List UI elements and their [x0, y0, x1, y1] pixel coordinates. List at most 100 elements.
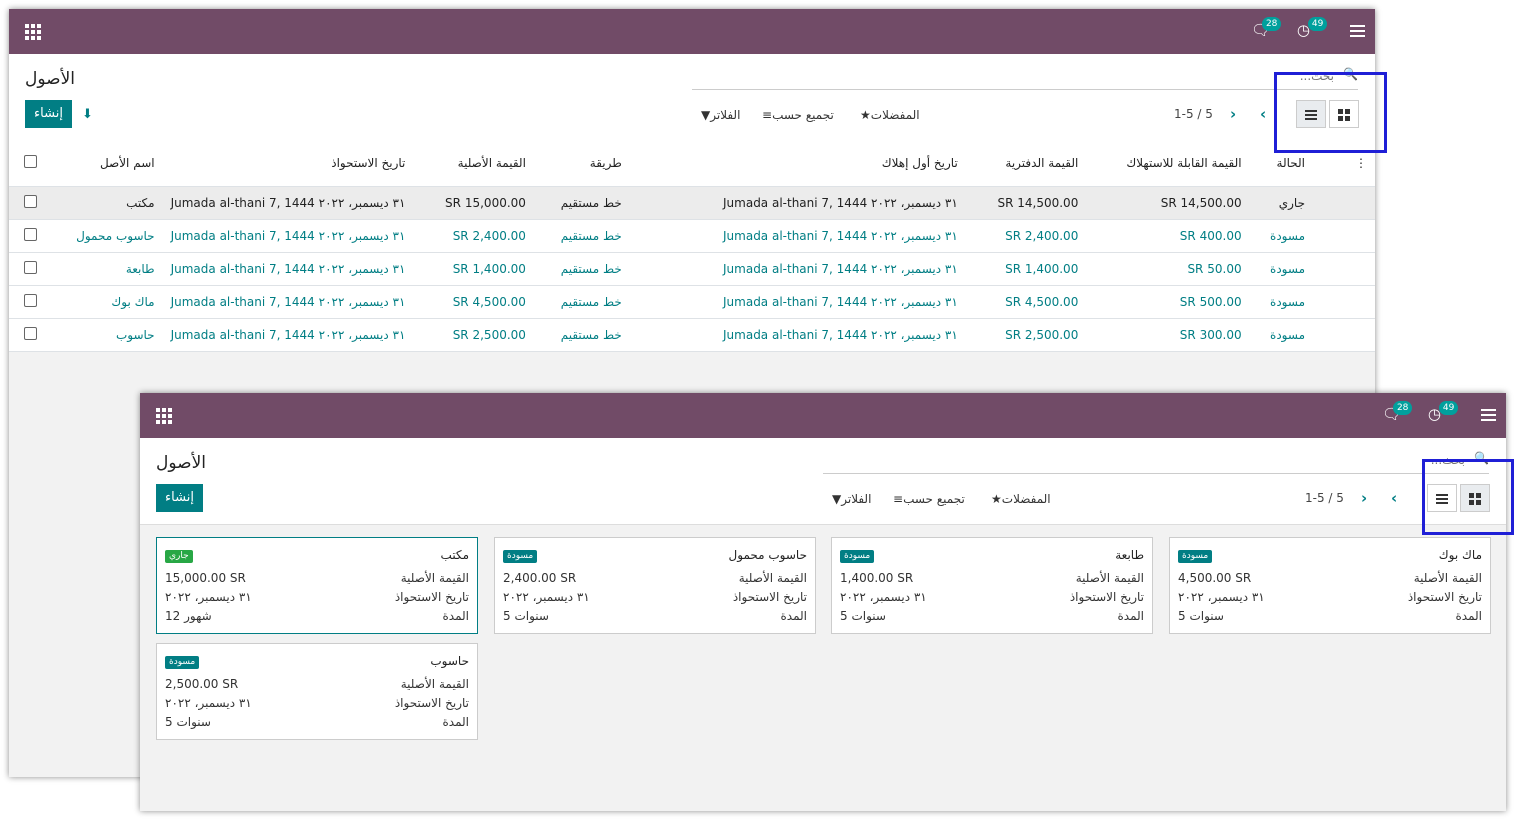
cell-method: خط مستقيم	[533, 318, 630, 352]
kanban-card[interactable]: طابعة مسودة القيمة الأصلية 1,400.00 SR ت…	[831, 537, 1153, 634]
pager-prev-icon[interactable]: ‹	[1260, 105, 1266, 123]
header-book-value[interactable]: القيمة الدفترية	[965, 140, 1087, 187]
cell-depreciable: 300.00 SR	[1086, 318, 1250, 352]
cell-original-value: 15,000.00 SR	[413, 186, 534, 220]
assets-table: ⋮ الحالة القيمة القابلة للاستهلاك القيمة…	[9, 140, 1375, 352]
search-bar: 🔍	[823, 448, 1489, 474]
kanban-card[interactable]: حاسوب محمول مسودة القيمة الأصلية 2,400.0…	[494, 537, 816, 634]
view-switcher-highlight	[1274, 72, 1387, 153]
cell-acquisition-date: ٣١ ديسمبر، ٢٠٢٢ Jumada al-thani 7, 1444	[162, 318, 414, 352]
top-navbar: 🗨 28 ◷ 49	[140, 393, 1506, 438]
filters-button[interactable]: الفلاتر▼	[832, 492, 871, 506]
group-icon: ≡	[762, 108, 773, 122]
control-panel: الأصول إنشاء 🔍 الفلاتر▼ تجميع حسب≡ المفض…	[140, 438, 1506, 525]
card-duration: 12 شهور	[165, 609, 212, 623]
card-duration: 5 سنوات	[840, 609, 886, 623]
table-row[interactable]: جاري 14,500.00 SR 14,500.00 SR ٣١ ديسمبر…	[9, 186, 1375, 220]
status-badge: مسودة	[503, 550, 538, 563]
create-button[interactable]: إنشاء	[156, 484, 203, 512]
activity-clock-icon[interactable]: ◷ 49	[1297, 17, 1328, 39]
cell-method: خط مستقيم	[533, 285, 630, 319]
row-checkbox[interactable]	[24, 228, 37, 241]
search-input[interactable]	[823, 448, 1467, 472]
cell-depreciable: 500.00 SR	[1086, 285, 1250, 319]
menu-hamburger-icon[interactable]	[1350, 25, 1365, 40]
header-asset-name[interactable]: اسم الأصل	[45, 140, 163, 187]
header-acquisition-date[interactable]: تاريخ الاستحواذ	[162, 140, 414, 187]
cell-first-depreciation: ٣١ ديسمبر، ٢٠٢٢ Jumada al-thani 7, 1444	[629, 186, 966, 220]
card-duration: 5 سنوات	[165, 715, 211, 729]
favorites-button[interactable]: المفضلات★	[860, 108, 920, 122]
cell-asset-name: ماك بوك	[45, 285, 163, 319]
header-depreciable[interactable]: القيمة القابلة للاستهلاك	[1086, 140, 1250, 187]
card-duration: 5 سنوات	[503, 609, 549, 623]
card-acquisition-date: ٣١ ديسمبر، ٢٠٢٢	[1178, 590, 1265, 604]
activity-clock-icon[interactable]: ◷ 49	[1428, 401, 1459, 423]
card-name: طابعة	[1115, 548, 1144, 562]
cell-book-value: 2,400.00 SR	[965, 219, 1087, 253]
menu-hamburger-icon[interactable]	[1481, 409, 1496, 424]
card-name: حاسوب	[430, 654, 469, 668]
card-original-value: 4,500.00 SR	[1178, 571, 1252, 585]
pager-prev-icon[interactable]: ‹	[1391, 489, 1397, 507]
apps-grid-icon[interactable]	[25, 24, 41, 40]
search-input[interactable]	[692, 64, 1336, 88]
card-acquisition-date: ٣١ ديسمبر، ٢٠٢٢	[165, 590, 252, 604]
star-icon: ★	[860, 108, 871, 122]
download-icon[interactable]: ⬇	[82, 107, 93, 122]
card-original-value: 2,400.00 SR	[503, 571, 577, 585]
table-row[interactable]: مسودة 300.00 SR 2,500.00 SR ٣١ ديسمبر، ٢…	[9, 318, 1375, 352]
header-method[interactable]: طريقة	[533, 140, 630, 187]
table-row[interactable]: مسودة 500.00 SR 4,500.00 SR ٣١ ديسمبر، ٢…	[9, 285, 1375, 319]
chat-count-badge: 28	[1261, 17, 1282, 31]
filter-icon: ▼	[701, 108, 711, 122]
card-acquisition-date: ٣١ ديسمبر، ٢٠٢٢	[165, 696, 252, 710]
status-badge: مسودة	[165, 656, 200, 669]
card-name: حاسوب محمول	[728, 548, 807, 562]
kanban-card[interactable]: مكتب جاري القيمة الأصلية 15,000.00 SR تا…	[156, 537, 478, 634]
cell-first-depreciation: ٣١ ديسمبر، ٢٠٢٢ Jumada al-thani 7, 1444	[629, 318, 966, 352]
row-checkbox[interactable]	[24, 327, 37, 340]
row-checkbox[interactable]	[24, 294, 37, 307]
cell-state: مسودة	[1249, 219, 1313, 253]
header-original-value[interactable]: القيمة الأصلية	[413, 140, 534, 187]
chat-icon[interactable]: 🗨 28	[1251, 17, 1282, 39]
cell-book-value: 4,500.00 SR	[965, 285, 1087, 319]
cell-acquisition-date: ٣١ ديسمبر، ٢٠٢٢ Jumada al-thani 7, 1444	[162, 252, 414, 286]
kanban-card[interactable]: ماك بوك مسودة القيمة الأصلية 4,500.00 SR…	[1169, 537, 1491, 634]
cell-original-value: 2,400.00 SR	[413, 219, 534, 253]
chat-icon[interactable]: 🗨 28	[1382, 401, 1413, 423]
cell-method: خط مستقيم	[533, 186, 630, 220]
cell-book-value: 14,500.00 SR	[965, 186, 1087, 220]
cell-acquisition-date: ٣١ ديسمبر، ٢٠٢٢ Jumada al-thani 7, 1444	[162, 285, 414, 319]
row-checkbox[interactable]	[24, 261, 37, 274]
card-original-value: 1,400.00 SR	[840, 571, 914, 585]
cell-depreciable: 14,500.00 SR	[1086, 186, 1250, 220]
header-first-depreciation[interactable]: تاريخ أول إهلاك	[629, 140, 966, 187]
row-checkbox[interactable]	[24, 195, 37, 208]
cell-asset-name: مكتب	[45, 186, 163, 220]
apps-grid-icon[interactable]	[156, 408, 172, 424]
pager-next-icon[interactable]: ›	[1361, 489, 1367, 507]
status-badge: جاري	[165, 550, 193, 563]
card-name: مكتب	[440, 548, 469, 562]
cell-depreciable: 50.00 SR	[1086, 252, 1250, 286]
select-all-checkbox[interactable]	[24, 155, 37, 168]
group-by-button[interactable]: تجميع حسب≡	[893, 492, 965, 506]
table-row[interactable]: مسودة 50.00 SR 1,400.00 SR ٣١ ديسمبر، ٢٠…	[9, 252, 1375, 286]
filter-icon: ▼	[832, 492, 842, 506]
cell-original-value: 1,400.00 SR	[413, 252, 534, 286]
favorites-button[interactable]: المفضلات★	[991, 492, 1051, 506]
pager-next-icon[interactable]: ›	[1230, 105, 1236, 123]
filters-button[interactable]: الفلاتر▼	[701, 108, 740, 122]
control-panel: الأصول إنشاء ⬇ 🔍 الفلاتر▼ تجميع حسب≡ الم…	[9, 54, 1375, 141]
create-button[interactable]: إنشاء	[25, 100, 72, 128]
pager-value[interactable]: 1-5 / 5	[1174, 107, 1213, 121]
table-row[interactable]: مسودة 400.00 SR 2,400.00 SR ٣١ ديسمبر، ٢…	[9, 219, 1375, 253]
cell-original-value: 4,500.00 SR	[413, 285, 534, 319]
cell-book-value: 1,400.00 SR	[965, 252, 1087, 286]
pager-value[interactable]: 1-5 / 5	[1305, 491, 1344, 505]
kanban-card[interactable]: حاسوب مسودة القيمة الأصلية 2,500.00 SR ت…	[156, 643, 478, 740]
card-acquisition-date: ٣١ ديسمبر، ٢٠٢٢	[503, 590, 590, 604]
group-by-button[interactable]: تجميع حسب≡	[762, 108, 834, 122]
